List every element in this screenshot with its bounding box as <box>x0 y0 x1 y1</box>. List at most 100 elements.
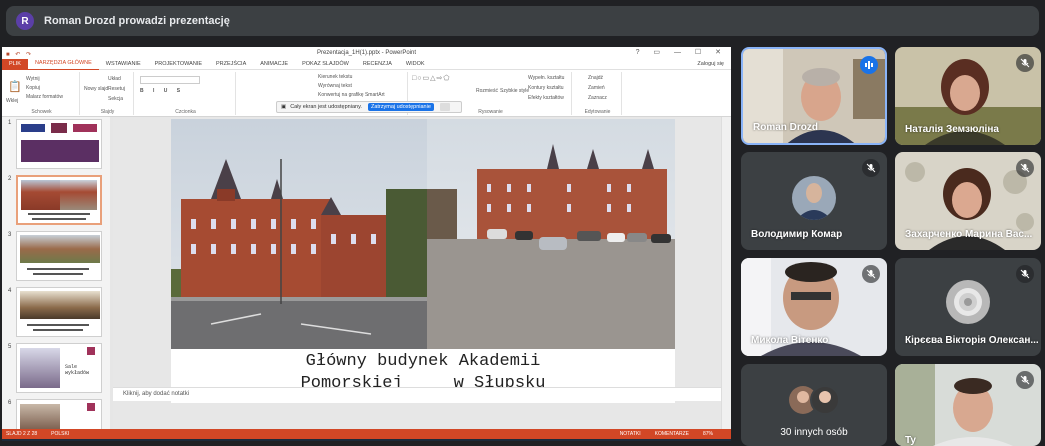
copy-button[interactable]: Kopiuj <box>26 85 40 91</box>
share-status-text: Cały ekran jest udostępniany. <box>290 104 362 110</box>
editing-group: Znajdź Zamień Zaznacz Edytowanie <box>574 72 622 115</box>
participant-avatar <box>792 176 836 220</box>
editor-scrollbar[interactable] <box>721 117 731 441</box>
current-slide[interactable]: Główny budynek Akademii Pomorskiej w Słu… <box>171 119 675 403</box>
notes-button[interactable]: NOTATKI <box>620 431 641 437</box>
tab-home[interactable]: NARZĘDZIA GŁÓWNE <box>27 58 99 70</box>
comments-button[interactable]: KOMENTARZE <box>655 431 689 437</box>
quick-access-toolbar[interactable]: ■ ↶ ↷ <box>6 49 33 61</box>
slide-photo-right[interactable] <box>427 119 675 349</box>
smartart-button[interactable]: Konwertuj na grafikę SmartArt <box>318 92 385 98</box>
slide-thumbnail-3[interactable] <box>16 231 102 281</box>
slide-photo-left[interactable] <box>171 119 427 349</box>
editing-group-label: Edytowanie <box>584 109 611 115</box>
window-controls[interactable]: ? ▭ — ☐ ✕ <box>636 47 727 59</box>
self-view-tile[interactable]: Ty <box>895 364 1041 446</box>
thumbnail-caption: Sale wykładów <box>65 364 90 376</box>
reset-button[interactable]: Resetuj <box>108 86 125 92</box>
font-group: B I U S Czcionka <box>136 72 236 115</box>
ppt-status-bar: SLAJD 2 Z 28 POLSKI NOTATKI KOMENTARZE 8… <box>2 429 731 439</box>
share-screen-icon: ▣ <box>281 104 287 110</box>
speaking-indicator-icon <box>860 56 878 74</box>
slide-thumbnail-5[interactable]: Sale wykładów <box>16 343 102 393</box>
shape-fill-button[interactable]: Wypełn. kształtu <box>528 75 564 81</box>
slide-thumbnail-2[interactable] <box>16 175 102 225</box>
screen-share-bar: ▣ Cały ekran jest udostępniany. Zatrzyma… <box>276 101 462 113</box>
cut-button[interactable]: Wytnij <box>26 76 40 82</box>
participant-tile-5[interactable]: Микола Вітенко <box>741 258 887 356</box>
select-button[interactable]: Zaznacz <box>588 95 607 101</box>
mic-off-icon <box>862 159 880 177</box>
mic-off-icon <box>862 265 880 283</box>
shape-effects-button[interactable]: Efekty kształtów <box>528 95 564 101</box>
clipboard-group: 📋 Wklej Wytnij Kopiuj Malarz formatów Sc… <box>4 72 80 115</box>
thumbnail-number: 5 <box>8 344 12 350</box>
font-group-label: Czcionka <box>175 109 196 115</box>
other-participants-avatars <box>787 384 843 416</box>
participant-name: Кірєєва Вікторія Олексан... <box>905 335 1039 346</box>
replace-button[interactable]: Zamień <box>588 85 605 91</box>
quick-styles-button[interactable]: Szybkie style <box>500 88 529 94</box>
participant-name: Володимир Комар <box>751 229 843 240</box>
paste-icon: 📋 <box>8 81 22 93</box>
tab-design[interactable]: PROJEKTOWANIE <box>148 59 209 70</box>
participant-tile-4[interactable]: Захарченко Марина Вас... <box>895 152 1041 250</box>
tab-insert[interactable]: WSTAWIANIE <box>99 59 148 70</box>
slide-thumbnail-1[interactable] <box>16 119 102 169</box>
presenter-banner-text: Roman Drozd prowadzi prezentację <box>44 15 230 27</box>
paste-label[interactable]: Wklej <box>6 98 18 104</box>
presenter-banner: R Roman Drozd prowadzi prezentację <box>6 6 1039 36</box>
mic-off-icon <box>1016 54 1034 72</box>
slide-thumbnail-4[interactable] <box>16 287 102 337</box>
notes-pane[interactable]: Kliknij, aby dodać notatki <box>113 387 721 401</box>
participant-tile-2[interactable]: Наталія Земзюліна <box>895 47 1041 145</box>
slides-group-label: Slajdy <box>100 109 115 115</box>
participant-name: Микола Вітенко <box>751 335 829 346</box>
new-slide-button[interactable]: Nowy slajd <box>84 86 108 92</box>
windows-taskbar <box>2 439 731 441</box>
tab-review[interactable]: RECENZJA <box>356 59 399 70</box>
text-direction-button[interactable]: Kierunek tekstu <box>318 74 352 80</box>
clipboard-group-label: Schowek <box>31 109 52 115</box>
tab-slideshow[interactable]: POKAZ SLAJDÓW <box>295 59 356 70</box>
participant-name: Roman Drozd <box>753 122 818 133</box>
shared-screen[interactable]: ■ ↶ ↷ Prezentacja_1H(1).pptx - PowerPoin… <box>2 47 731 441</box>
zoom-level[interactable]: 87% <box>703 431 713 437</box>
section-button[interactable]: Sekcja <box>108 96 123 102</box>
find-button[interactable]: Znajdź <box>588 75 603 81</box>
participant-tile-3[interactable]: Володимир Комар <box>741 152 887 250</box>
tab-transitions[interactable]: PRZEJŚCIA <box>209 59 253 70</box>
shapes-gallery[interactable]: □○▭△⇨⬠ <box>412 74 450 82</box>
stop-sharing-button[interactable]: Zatrzymaj udostępnianie <box>367 103 434 111</box>
align-text-button[interactable]: Wyrównaj tekst <box>318 83 352 89</box>
participant-tile-roman-drozd[interactable]: Roman Drozd <box>741 47 887 145</box>
thumbnail-number: 4 <box>8 288 12 294</box>
signin-link[interactable]: Zaloguj się <box>690 59 731 70</box>
paste-button[interactable]: 📋 <box>8 80 22 93</box>
thumbnail-number: 1 <box>8 120 12 126</box>
window-title: Prezentacja_1H(1).pptx - PowerPoint <box>316 50 417 56</box>
font-format-buttons[interactable]: B I U S <box>140 88 184 94</box>
thumbnail-number: 6 <box>8 400 12 406</box>
slide-counter: SLAJD 2 Z 28 <box>6 431 38 437</box>
participant-name: Ty <box>905 435 916 446</box>
font-name-select[interactable] <box>140 76 200 84</box>
slides-group: Nowy slajd Układ Resetuj Sekcja Slajdy <box>82 72 134 115</box>
slide-thumbnails-pane: 1 2 3 4 5 Sale wykładów 6 <box>2 117 113 441</box>
tab-animations[interactable]: ANIMACJE <box>253 59 295 70</box>
tab-view[interactable]: WIDOK <box>399 59 432 70</box>
participant-avatar <box>946 280 990 324</box>
thumbnail-number: 2 <box>8 176 12 182</box>
other-participants-count: 30 innych osób <box>780 427 848 438</box>
minimize-share-bar-button[interactable] <box>439 103 450 111</box>
participant-tile-6[interactable]: Кірєєва Вікторія Олексан... <box>895 258 1041 356</box>
language-indicator[interactable]: POLSKI <box>51 431 69 437</box>
format-painter-button[interactable]: Malarz formatów <box>26 94 63 100</box>
other-participants-tile[interactable]: 30 innych osób <box>741 364 887 446</box>
slide-caption-line-1: Główny budynek Akademii <box>305 352 541 371</box>
shape-outline-button[interactable]: Kontury kształtu <box>528 85 564 91</box>
mic-off-icon <box>1016 159 1034 177</box>
arrange-button[interactable]: Rozmieść <box>476 88 498 94</box>
participant-name: Наталія Земзюліна <box>905 124 999 135</box>
layout-button[interactable]: Układ <box>108 76 121 82</box>
